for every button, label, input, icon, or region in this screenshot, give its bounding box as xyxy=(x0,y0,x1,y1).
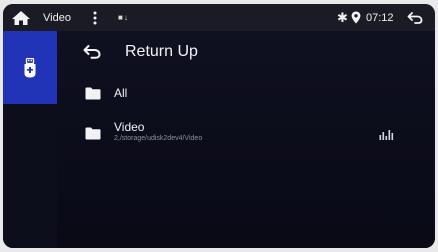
usb-drive-icon xyxy=(24,57,36,77)
bluetooth-icon: ✱ xyxy=(337,9,348,25)
menu-button[interactable] xyxy=(92,4,100,31)
clock: 07:12 xyxy=(366,11,394,24)
folder-icon xyxy=(85,127,101,140)
sidebar xyxy=(3,31,57,248)
sidebar-item-usb[interactable] xyxy=(3,31,57,104)
list-item[interactable]: All xyxy=(57,81,435,107)
equalizer-icon xyxy=(379,130,394,140)
status-bar: Video ■↓ ✱ 07:12 xyxy=(3,4,435,31)
home-icon xyxy=(12,10,30,25)
location-icon xyxy=(351,4,363,31)
app-window: Video ■↓ ✱ 07:12 Return Up All Video 2,/… xyxy=(3,4,435,248)
back-arrow-icon xyxy=(83,45,101,59)
list-item-path: 2,/storage/udisk2dev4/Video xyxy=(114,135,203,142)
return-up-label: Return Up xyxy=(125,43,198,60)
folder-icon xyxy=(85,87,101,100)
menu-icon xyxy=(93,11,97,24)
usb-icon: ■↓ xyxy=(118,13,129,22)
return-up-button[interactable]: Return Up xyxy=(57,39,435,67)
list-item[interactable]: Video 2,/storage/udisk2dev4/Video xyxy=(57,119,435,149)
file-list: Return Up All Video 2,/storage/udisk2dev… xyxy=(57,31,435,248)
app-title: Video xyxy=(43,11,71,24)
list-item-label: All xyxy=(114,86,128,100)
back-button[interactable] xyxy=(407,4,425,31)
home-button[interactable] xyxy=(11,4,33,31)
back-icon xyxy=(407,11,423,24)
list-item-label: Video xyxy=(114,120,145,134)
